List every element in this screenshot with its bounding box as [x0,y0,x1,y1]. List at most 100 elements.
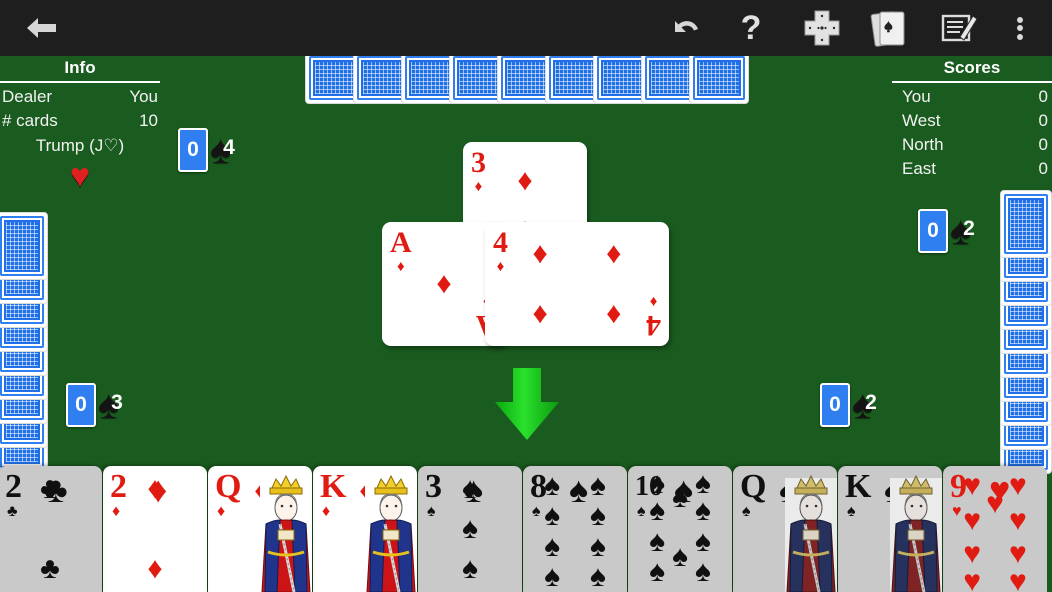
trick-card-corner: A♦ [390,226,412,275]
hand-card-pip: ♠ [589,469,606,503]
score-north-label: North [902,135,944,154]
help-icon[interactable]: ? [728,0,774,56]
trick-card-suit-icon: ♦ [649,293,658,310]
hand-card-2[interactable]: 2 ♦ ♦ ♦ ♦ [103,466,207,592]
cards-icon[interactable] [864,0,916,56]
info-panel-title: Info [64,58,96,77]
bid-indicator-east[interactable]: 0 ♠ 2 [918,209,988,253]
court-card-artwork [890,468,942,592]
trick-card-suit-icon: ♦ [397,258,405,275]
hand-card-3[interactable]: Q♦♦ [208,466,312,592]
hand-card-pip: ♠ [544,469,561,503]
trump-label: Trump (J♡) [35,136,125,155]
hand-card-suit-icon: ♥ [952,503,962,520]
hand-card-suit-icon: ♦ [112,503,121,520]
north-card-back [689,52,749,104]
app-toolbar: ? [0,0,1052,56]
hand-card-pip: ♠ [462,552,478,586]
trick-card-pip: ♦ [532,237,548,271]
hand-card-rank: 2 [5,468,22,505]
trick-card-suit-icon: ♦ [474,178,483,195]
scores-divider [892,81,1052,83]
trick-card-east: 4 ♦ 4 ♦ ♦ ♦ ♦ ♦ [485,222,669,346]
hand-card-pip: ♠ [544,499,561,533]
tricks-value-north: 4 [223,136,235,159]
trick-card-rank: 4 [646,309,661,342]
trick-card-rank: 4 [493,226,508,259]
menu-dot [1017,33,1023,40]
hand-card-suit-icon: ♣ [7,503,18,520]
trick-card-rank: A [390,226,412,259]
hand-card-large-suit-icon: ♠ [569,469,589,510]
hand-card-9: K♠♠ [838,466,942,592]
trick-card-pip: ♦ [436,267,452,300]
card-back-pattern [1004,194,1048,254]
info-dealer-value: You [129,87,158,106]
hand-card-rank: Q [215,468,242,505]
score-east-value: 0 [1038,159,1048,178]
trick-card-corner: 3♦ [471,148,486,195]
hand-card-pip: ♦ [147,552,163,586]
undo-icon[interactable] [658,0,712,56]
back-button[interactable] [14,0,68,56]
hand-card-pip: ♥ [963,504,982,538]
table-layout-icon[interactable] [796,0,848,56]
hand-card-rank: 2 [110,468,127,505]
hand-card-rank: K [845,468,872,505]
tricks-value-south: 2 [865,391,877,414]
bid-indicator-south[interactable]: 0 ♠ 2 [820,383,890,427]
court-card-artwork [365,468,417,592]
hand-card-pip: ♥ [1008,504,1027,538]
bid-value-west: 0 [66,383,96,427]
hand-card-pip: ♠ [649,494,666,528]
info-panel: Info Dealer You # cards 10 Trump (J♡) ♥ [0,58,160,193]
court-card-artwork [260,468,312,592]
hand-card-pip: ♥ [986,486,1004,520]
score-row-you: You 0 [892,85,1052,109]
trick-card-corner: 4 ♦ [493,226,508,275]
bid-value-south: 0 [820,383,850,427]
hand-card-suit-icon: ♠ [427,503,436,520]
hand-card-pip: ♠ [589,499,606,533]
hand-card-6: 8 ♠ ♠ ♠ ♠ ♠ ♠ ♠ ♠ ♠ ♠ [523,466,627,592]
hand-card-pip: ♠ [649,554,666,588]
trick-card-suit-icon: ♦ [496,258,505,275]
bid-indicator-north[interactable]: 0 ♠ 4 [178,128,248,172]
hand-card-7: 10 ♠ ♠ ♠ ♠ ♠ ♠ ♠ ♠ ♠ ♠ ♠ ♠ [628,466,732,592]
hand-card-10: 9 ♥ ♥ ♥ ♥ ♥ ♥ ♥ ♥ ♥ ♥ ♥ [943,466,1047,592]
info-cards-label: # cards [2,111,58,130]
hand-card-suit-icon: ♠ [637,503,646,520]
scorecard-icon[interactable] [932,0,986,56]
game-screen: ? Info Dealer You # cards 10 Trump (J♡) … [0,0,1052,592]
trick-card-pip: ♦ [532,296,548,330]
hand-card-pip: ♠ [462,471,478,505]
hand-card-pip: ♠ [544,529,561,563]
trick-card-pip: ♦ [606,237,622,271]
hand-card-4[interactable]: K♦♦ [313,466,417,592]
hand-card-rank: K [320,468,347,505]
hand-card-pip: ♥ [1008,469,1027,503]
overflow-menu-icon[interactable] [998,0,1042,56]
info-dealer-label: Dealer [2,87,53,106]
tricks-badge-north: ♠ 4 [210,128,248,172]
bid-indicator-west[interactable]: 0 ♠ 3 [66,383,136,427]
tricks-value-east: 2 [963,217,975,240]
hand-card-suit-icon: ♠ [532,503,541,520]
scores-panel: Scores You 0 West 0 North 0 East 0 [892,58,1052,181]
tricks-badge-east: ♠ 2 [950,209,988,253]
hand-card-pip: ♠ [672,539,688,573]
tricks-badge-west: ♠ 3 [98,383,136,427]
player-hand[interactable]: 2♣♣♣♣2♦♦♦♦Q♦♦K♦♦3♠♠♠♠♠8♠♠♠♠♠♠♠♠♠♠10♠♠♠♠♠… [0,466,1052,592]
hand-card-1: 2 ♣ ♣ ♣ ♣ [0,466,102,592]
score-row-north: North 0 [892,133,1052,157]
trick-card-corner: 4 ♦ [646,293,661,342]
trump-suit-icon: ♥ [69,157,91,195]
hand-card-5: 3 ♠ ♠ ♠ ♠ ♠ [418,466,522,592]
bid-value-east: 0 [918,209,948,253]
east-card-back [1000,190,1052,258]
hand-card-pip: ♦ [147,471,163,505]
score-you-label: You [902,87,931,106]
hand-card-pip: ♠ [694,494,711,528]
score-row-west: West 0 [892,109,1052,133]
info-divider [0,81,160,83]
